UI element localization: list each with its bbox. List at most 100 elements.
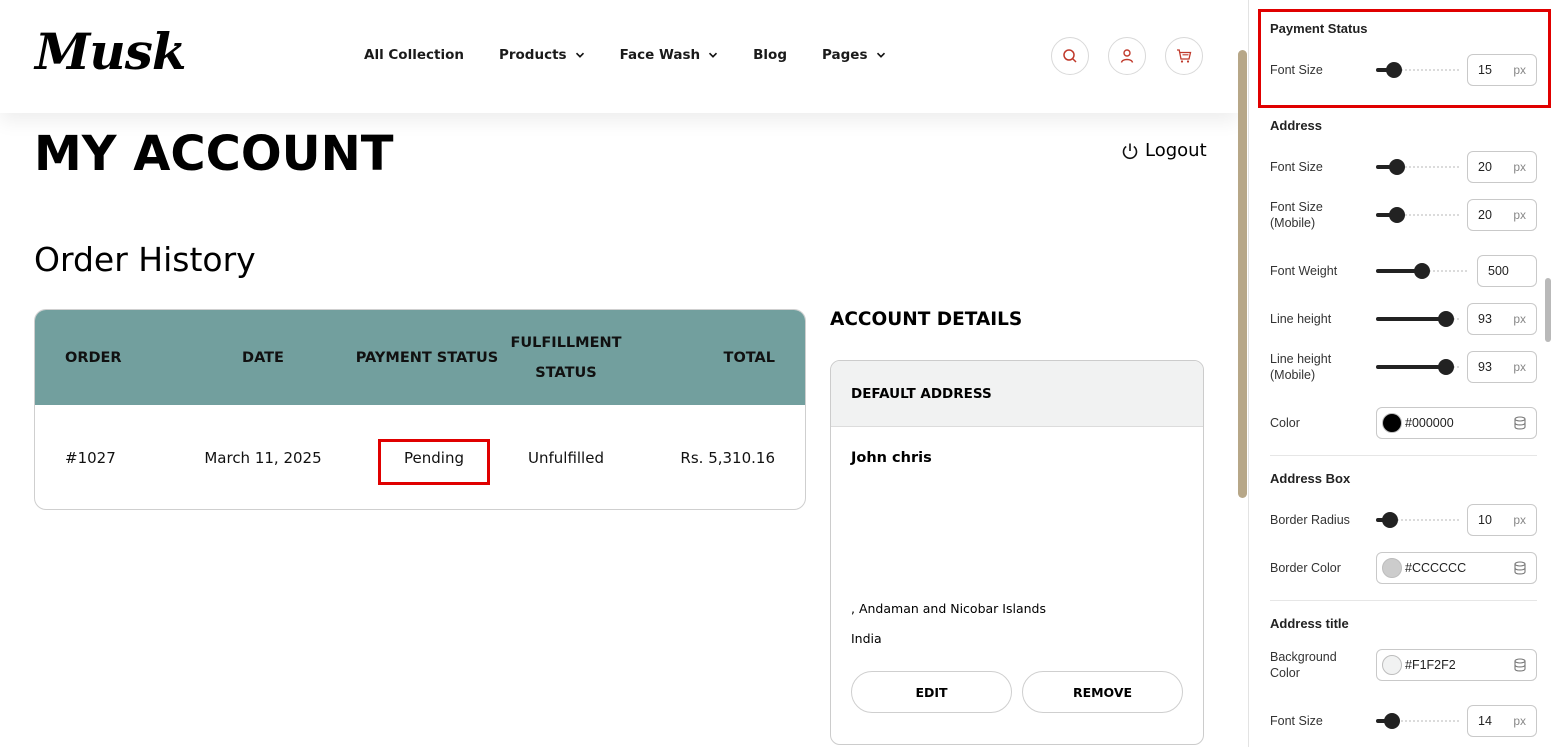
- nav-label: All Collection: [364, 47, 464, 63]
- settings-panel: Payment Status Font Size 15 px Address Fo…: [1248, 0, 1554, 747]
- logout-button[interactable]: Logout: [1121, 140, 1207, 161]
- nav-item-products[interactable]: Products: [499, 47, 585, 63]
- nav-item-face-wash[interactable]: Face Wash: [620, 47, 719, 63]
- payment-font-size-slider[interactable]: [1376, 62, 1460, 78]
- address-name: John chris: [851, 450, 932, 466]
- search-button[interactable]: [1051, 37, 1089, 75]
- preview-scrollbar[interactable]: [1238, 50, 1247, 498]
- payment-font-size-input[interactable]: 15 px: [1467, 54, 1537, 86]
- address-line-height-slider[interactable]: [1376, 311, 1460, 327]
- chevron-down-icon: [709, 52, 718, 58]
- label-font-size: Font Size: [1270, 63, 1323, 77]
- address-font-weight-input[interactable]: 500: [1477, 255, 1537, 287]
- label-border-radius: Border Radius: [1270, 513, 1350, 527]
- border-radius-value: 10: [1478, 513, 1492, 527]
- nav-label: Pages: [822, 47, 868, 63]
- address-color-picker[interactable]: #000000: [1376, 407, 1537, 439]
- nav-item-pages[interactable]: Pages: [822, 47, 886, 63]
- site-logo[interactable]: Musk: [35, 22, 186, 81]
- remove-address-button[interactable]: REMOVE: [1022, 671, 1183, 713]
- slider-handle[interactable]: [1414, 263, 1430, 279]
- account-details-title: ACCOUNT DETAILS: [830, 309, 1023, 330]
- color-swatch[interactable]: [1382, 558, 1402, 578]
- address-line-height-input[interactable]: 93 px: [1467, 303, 1537, 335]
- nav-item-blog[interactable]: Blog: [753, 47, 787, 63]
- address-font-size-mobile-input[interactable]: 20 px: [1467, 199, 1537, 231]
- site-header: Musk All Collection Products Face Wash B…: [0, 0, 1238, 113]
- border-radius-input[interactable]: 10 px: [1467, 504, 1537, 536]
- slider-handle[interactable]: [1389, 159, 1405, 175]
- label-address-title-font-size: Font Size: [1270, 714, 1323, 728]
- nav-label: Products: [498, 47, 567, 63]
- slider-handle[interactable]: [1438, 359, 1454, 375]
- address-line-height-mobile-slider[interactable]: [1376, 359, 1460, 375]
- address-font-size-input[interactable]: 20 px: [1467, 151, 1537, 183]
- chevron-down-icon: [876, 52, 885, 58]
- database-icon[interactable]: [1513, 561, 1527, 575]
- divider: [1270, 455, 1537, 456]
- page-title: MY ACCOUNT: [34, 126, 394, 182]
- address-line-height-mobile-input[interactable]: 93 px: [1467, 351, 1537, 383]
- nav-label: Face Wash: [619, 47, 701, 63]
- address-title-bg-picker[interactable]: #F1F2F2: [1376, 649, 1537, 681]
- address-title-font-size-slider[interactable]: [1376, 713, 1460, 729]
- power-icon: [1122, 143, 1138, 159]
- unit-label: px: [1513, 714, 1526, 728]
- border-radius-slider[interactable]: [1376, 512, 1460, 528]
- cart-button[interactable]: [1165, 37, 1203, 75]
- database-icon[interactable]: [1513, 658, 1527, 672]
- section-title-address-box: Address Box: [1270, 471, 1351, 486]
- unit-label: px: [1513, 63, 1526, 77]
- color-swatch[interactable]: [1382, 655, 1402, 675]
- section-title-address: Address: [1270, 118, 1323, 133]
- address-country: India: [851, 631, 882, 646]
- slider-handle[interactable]: [1386, 62, 1402, 78]
- table-row[interactable]: #1027 March 11, 2025 Pending Unfulfilled…: [35, 405, 805, 509]
- slider-handle[interactable]: [1384, 713, 1400, 729]
- column-header-date: DATE: [242, 349, 284, 366]
- user-icon: [1120, 49, 1134, 63]
- label-address-color: Color: [1270, 416, 1300, 430]
- label-address-font-weight: Font Weight: [1270, 264, 1338, 278]
- divider: [1270, 600, 1537, 601]
- label-address-font-size: Font Size: [1270, 160, 1323, 174]
- column-header-total: TOTAL: [723, 349, 775, 366]
- payment-status-highlight: [378, 439, 490, 485]
- address-region: , Andaman and Nicobar Islands: [851, 601, 1046, 616]
- address-font-size-slider[interactable]: [1376, 159, 1460, 175]
- address-line-height-value: 93: [1478, 312, 1492, 326]
- fulfillment-header-line-2: STATUS: [535, 364, 597, 381]
- section-title-payment-status: Payment Status: [1270, 21, 1368, 36]
- address-title-font-size-input[interactable]: 14 px: [1467, 705, 1537, 737]
- main-nav: All Collection Products Face Wash Blog P…: [364, 47, 921, 63]
- fulfillment-status-value: Unfulfilled: [528, 448, 604, 467]
- slider-handle[interactable]: [1438, 311, 1454, 327]
- nav-item-all-collection[interactable]: All Collection: [364, 47, 464, 63]
- edit-address-button[interactable]: EDIT: [851, 671, 1012, 713]
- logout-label: Logout: [1145, 140, 1207, 161]
- column-header-fulfillment-status: FULFILLMENT STATUS: [505, 310, 627, 405]
- unit-label: px: [1513, 160, 1526, 174]
- column-header-order: ORDER: [65, 349, 122, 366]
- address-title-font-size-value: 14: [1478, 714, 1492, 728]
- unit-label: px: [1513, 312, 1526, 326]
- label-address-line-height: Line height: [1270, 312, 1332, 326]
- address-font-size-value: 20: [1478, 160, 1492, 174]
- address-box: DEFAULT ADDRESS John chris , Andaman and…: [830, 360, 1204, 745]
- slider-handle[interactable]: [1382, 512, 1398, 528]
- database-icon[interactable]: [1513, 416, 1527, 430]
- label-address-font-size-mobile: Font Size (Mobile): [1270, 200, 1323, 230]
- account-button[interactable]: [1108, 37, 1146, 75]
- color-swatch[interactable]: [1382, 413, 1402, 433]
- order-number[interactable]: #1027: [65, 405, 116, 509]
- address-font-weight-value: 500: [1488, 264, 1509, 278]
- nav-label: Blog: [753, 47, 787, 63]
- store-preview: Musk All Collection Products Face Wash B…: [0, 0, 1238, 747]
- slider-handle[interactable]: [1389, 207, 1405, 223]
- address-font-size-mobile-slider[interactable]: [1376, 207, 1460, 223]
- address-font-weight-slider[interactable]: [1376, 263, 1468, 279]
- border-color-picker[interactable]: #CCCCCC: [1376, 552, 1537, 584]
- column-header-payment-status: PAYMENT STATUS: [355, 349, 499, 366]
- label-border-color: Border Color: [1270, 561, 1341, 575]
- panel-scrollbar[interactable]: [1545, 278, 1551, 342]
